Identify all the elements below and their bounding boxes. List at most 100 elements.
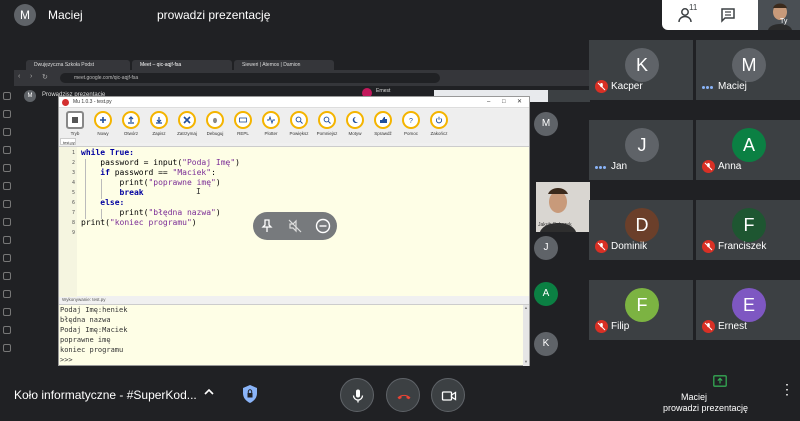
participant-tile[interactable]: J Jan xyxy=(589,120,693,180)
minimize-icon[interactable]: – xyxy=(487,97,490,108)
theme-button[interactable]: Motyw xyxy=(342,111,368,136)
code-token: ) xyxy=(235,158,240,167)
participant-avatar: M xyxy=(732,48,766,82)
host-controls-shield-icon[interactable] xyxy=(241,384,259,404)
chevron-up-icon[interactable] xyxy=(203,386,215,401)
browser-tab-active[interactable]: Meet – qic-aqjf-fsa xyxy=(132,60,232,70)
os-side-strip xyxy=(0,58,14,370)
strip-icon[interactable] xyxy=(3,92,11,100)
reload-icon[interactable]: ↻ xyxy=(42,73,48,81)
strip-icon[interactable] xyxy=(3,290,11,298)
line-number: 6 xyxy=(71,200,75,206)
quit-button[interactable]: Zakończ xyxy=(426,111,452,136)
presenter-avatar: M xyxy=(14,4,36,26)
strip-icon[interactable] xyxy=(3,218,11,226)
toolbar-label: Debuguj xyxy=(206,131,224,136)
check-button[interactable]: Sprawdź xyxy=(370,111,396,136)
participant-tile[interactable]: E Ernest xyxy=(696,280,800,340)
mode-button[interactable]: Tryb xyxy=(62,111,88,136)
maximize-icon[interactable]: □ xyxy=(502,97,506,108)
back-icon[interactable]: ‹ xyxy=(18,73,20,80)
plotter-button[interactable]: Plotter xyxy=(258,111,284,136)
people-count: 11 xyxy=(689,3,698,12)
minimize-pill-icon[interactable] xyxy=(315,218,331,234)
strip-icon[interactable] xyxy=(3,254,11,262)
participant-name: Jan xyxy=(611,161,628,172)
repl-label: Wykonywanie: test.py xyxy=(62,297,106,302)
microphone-button[interactable] xyxy=(340,378,374,412)
code-string: "Podaj Imę" xyxy=(182,158,236,167)
self-label: Ty xyxy=(780,18,788,25)
leave-call-button[interactable] xyxy=(386,378,420,412)
strip-icon[interactable] xyxy=(3,146,11,154)
strip-icon[interactable] xyxy=(3,128,11,136)
self-video-tile[interactable]: Ty xyxy=(758,0,800,30)
pin-icon[interactable] xyxy=(259,218,275,234)
strip-icon[interactable] xyxy=(3,326,11,334)
save-button[interactable]: Zapisz xyxy=(146,111,172,136)
forward-icon[interactable]: › xyxy=(30,73,32,80)
more-options-icon[interactable]: ⋮ xyxy=(780,382,794,396)
code-line-5: break xyxy=(81,188,144,197)
debug-button[interactable]: Debuguj xyxy=(202,111,228,136)
zoom-out-button[interactable]: Pomniejsz xyxy=(314,111,340,136)
zoom-in-button[interactable]: Powiększ xyxy=(286,111,312,136)
mute-presentation-icon[interactable] xyxy=(287,218,303,234)
open-button[interactable]: Otwórz xyxy=(118,111,144,136)
present-screen-icon[interactable] xyxy=(713,374,727,387)
participant-avatar: F xyxy=(732,208,766,242)
scroll-down-icon[interactable]: ▼ xyxy=(524,359,528,364)
chat-icon[interactable] xyxy=(720,7,736,23)
strip-icon[interactable] xyxy=(3,200,11,208)
repl-button[interactable]: REPL xyxy=(230,111,256,136)
stop-icon xyxy=(178,111,196,129)
help-button[interactable]: ? Pomoc xyxy=(398,111,424,136)
strip-icon[interactable] xyxy=(3,110,11,118)
camera-icon xyxy=(441,391,457,401)
repl-prompt: >>> xyxy=(60,356,73,364)
inner-tile-avatar: K xyxy=(534,332,558,356)
code-line-2: password = input("Podaj Imę") xyxy=(81,158,240,167)
browser-tab[interactable]: Dwujęzyczna Szkoła Podst xyxy=(26,60,130,70)
strip-icon[interactable] xyxy=(3,164,11,172)
repl-scrollbar[interactable]: ▲ ▼ xyxy=(523,305,529,366)
camera-button[interactable] xyxy=(431,378,465,412)
strip-icon[interactable] xyxy=(3,308,11,316)
speaking-indicator-icon xyxy=(595,166,607,169)
toolbar-label: Nowy xyxy=(97,131,109,136)
code-line-7: print("błędna nazwa") xyxy=(81,208,221,217)
participant-name: Dominik xyxy=(611,241,648,252)
participant-tile[interactable]: F Filip xyxy=(589,280,693,340)
toolbar-label: Zapisz xyxy=(152,131,166,136)
participant-name: Ernest xyxy=(718,321,747,332)
zoom-out-icon xyxy=(318,111,336,129)
strip-icon[interactable] xyxy=(3,182,11,190)
participant-avatar: E xyxy=(732,288,766,322)
url-field[interactable]: meet.google.com/qic-aqjf-fsa xyxy=(60,73,440,83)
close-icon[interactable]: ✕ xyxy=(517,97,522,108)
participant-tile[interactable]: K Kacper xyxy=(589,40,693,100)
strip-icon[interactable] xyxy=(3,272,11,280)
scroll-up-icon[interactable]: ▲ xyxy=(524,305,528,310)
file-tab[interactable]: test.py xyxy=(60,138,76,145)
present-presenter-name: Maciej xyxy=(681,392,708,402)
participant-tile[interactable]: F Franciszek xyxy=(696,200,800,260)
upload-icon xyxy=(122,111,140,129)
participant-tile[interactable]: M Maciej xyxy=(696,40,800,100)
zoom-in-icon xyxy=(290,111,308,129)
strip-icon[interactable] xyxy=(3,236,11,244)
strip-icon[interactable] xyxy=(3,344,11,352)
repl-output[interactable]: Podaj Imę:heniek błędna nazwa Podaj Imę:… xyxy=(59,304,529,366)
code-token: ) xyxy=(191,218,197,227)
plus-icon xyxy=(94,111,112,129)
browser-tab[interactable]: Sieweri | Atemos | Damion xyxy=(234,60,334,70)
mic-off-icon xyxy=(702,160,715,173)
stop-button[interactable]: Zatrzymaj xyxy=(174,111,200,136)
line-number: 9 xyxy=(71,230,75,236)
browser-tab-strip: Dwujęzyczna Szkoła Podst Meet – qic-aqjf… xyxy=(0,58,590,70)
participant-tile[interactable]: A Anna xyxy=(696,120,800,180)
new-button[interactable]: Nowy xyxy=(90,111,116,136)
code-line-4: print("poprawne imę") xyxy=(81,178,221,187)
help-icon: ? xyxy=(402,111,420,129)
participant-tile[interactable]: D Dominik xyxy=(589,200,693,260)
